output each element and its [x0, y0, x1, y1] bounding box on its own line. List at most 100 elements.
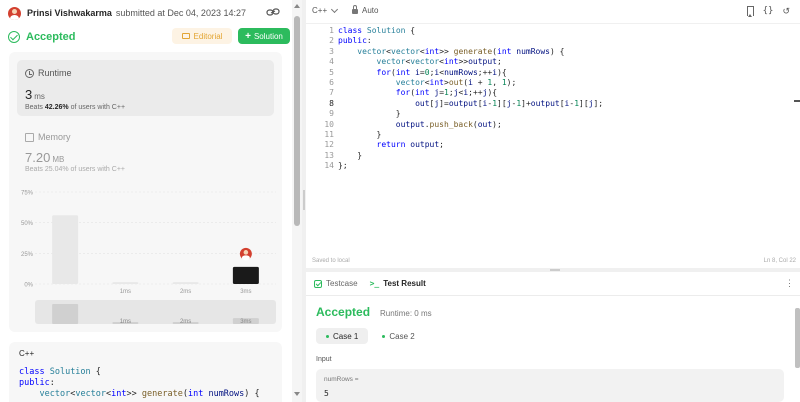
tab-testcase-label: Testcase: [326, 279, 358, 288]
user-marker-body: [241, 255, 250, 261]
line-number: 3: [329, 46, 334, 56]
case-1-tab[interactable]: Case 1: [316, 328, 369, 344]
test-panel-scroll-thumb[interactable]: [795, 308, 800, 368]
line-number: 10: [324, 119, 334, 129]
input-var-value: 5: [324, 389, 329, 398]
y-tick-label: 25%: [21, 252, 34, 258]
lock-icon: [352, 5, 358, 14]
overview-tick-label: 3ms: [240, 319, 251, 325]
scroll-up-arrow-icon[interactable]: [294, 4, 300, 8]
clock-icon: [25, 68, 34, 78]
tab-testcase[interactable]: Testcase: [314, 279, 358, 288]
runtime-beats-suffix: of users with C++: [70, 104, 126, 111]
line-number: 4: [329, 57, 334, 67]
editorial-label: Editorial: [193, 31, 223, 41]
case-1-label: Case 1: [333, 331, 359, 341]
line-number: 1: [329, 26, 334, 35]
input-box: numRows = 5: [316, 369, 784, 402]
code-line: for(int i=0;i<numRows;++i){: [376, 67, 507, 77]
input-var-name: numRows =: [324, 376, 359, 383]
result-summary: Accepted Runtime: 0 ms: [316, 305, 432, 319]
chart-bar[interactable]: [232, 266, 259, 284]
splitter-grip-icon[interactable]: [550, 269, 560, 271]
y-tick-label: 75%: [21, 191, 34, 197]
y-tick-label: 50%: [21, 221, 34, 227]
memory-label[interactable]: Memory: [25, 132, 71, 142]
auto-mode-toggle[interactable]: Auto: [352, 5, 378, 15]
test-tabs: Testcase >_ Test Result ⋮: [306, 272, 800, 296]
code-line: class Solution {: [338, 26, 416, 35]
code-line: }: [338, 130, 382, 140]
x-tick-label: 1ms: [120, 289, 131, 295]
overview-tick-label: 1ms: [120, 319, 131, 325]
submitted-time: submitted at Dec 04, 2023 14:27: [115, 8, 246, 18]
runtime-box[interactable]: Runtime 3 ms Beats 42.26% of users with C…: [17, 60, 274, 116]
chart-bar[interactable]: [52, 215, 79, 284]
editor-actions: {} ↺: [746, 6, 790, 17]
case-2-tab[interactable]: Case 2: [372, 328, 424, 344]
chart-bar[interactable]: [172, 282, 199, 284]
status-title: Accepted: [26, 31, 76, 43]
terminal-icon: >_: [369, 279, 380, 288]
runtime-label-text: Runtime: [38, 68, 72, 78]
share-link-icon[interactable]: [266, 6, 280, 18]
code-line: public:: [338, 36, 372, 46]
user-name[interactable]: Prinsi Vishwakarma: [27, 8, 112, 18]
code-line: vector<vector<int>> generate(int numRows…: [357, 46, 565, 56]
submission-header: Prinsi Vishwakarma submitted at Dec 04, …: [8, 6, 246, 20]
runtime-beats-pct: 42.26%: [44, 104, 69, 111]
scroll-down-arrow-icon[interactable]: [294, 392, 300, 396]
line-number: 2: [329, 36, 334, 46]
format-braces-icon[interactable]: {}: [763, 6, 774, 17]
bookmark-icon[interactable]: [746, 6, 754, 17]
cursor-position: Ln 8, Col 22: [763, 258, 796, 264]
code-line: return output;: [376, 140, 444, 150]
y-tick-label: 0%: [24, 283, 33, 289]
input-label: Input: [316, 356, 332, 363]
avatar[interactable]: [8, 6, 21, 20]
reset-icon[interactable]: ↺: [782, 6, 790, 17]
runtime-distribution-chart[interactable]: 75% 50% 25% 0% 1ms 2ms 3ms 1ms 2ms 3ms: [9, 182, 282, 332]
submission-panel: Prinsi Vishwakarma submitted at Dec 04, …: [0, 0, 292, 402]
line-number: 7: [329, 88, 334, 98]
overview-tick-label: 2ms: [180, 319, 191, 325]
editor-scroll-marker[interactable]: [794, 100, 800, 102]
line-number: 11: [324, 130, 334, 140]
code-line: }: [338, 109, 401, 119]
more-options-icon[interactable]: ⋮: [785, 278, 794, 289]
line-number: 9: [329, 109, 334, 119]
code-preview-lang: C++: [19, 349, 35, 358]
runtime-beats-prefix: Beats: [25, 104, 43, 111]
code-lines[interactable]: class Solution {public: vector<vector<in…: [338, 26, 603, 172]
left-scrollbar[interactable]: [292, 0, 302, 402]
left-scroll-thumb[interactable]: [294, 16, 300, 226]
line-number-gutter: 1 2 3 4 5 6 7 8 9 10 11 12 13 14: [306, 26, 334, 172]
runtime-beats: Beats 42.26% of users with C++: [25, 104, 125, 111]
language-select[interactable]: C++: [312, 5, 339, 15]
runtime-label: Runtime: [25, 68, 72, 78]
runtime-unit: ms: [34, 92, 45, 101]
splitter-grip-icon[interactable]: [303, 190, 305, 210]
solution-label: Solution: [253, 31, 283, 41]
code-preview-line: vector<vector<int>> generate(int numRows…: [39, 389, 260, 399]
code-editor-panel: C++ Auto {} ↺ 1 2 3 4 5 6 7 8 9 10 11 12 13 14 class …: [306, 0, 800, 268]
pass-dot-icon: [382, 334, 386, 338]
memory-unit: MB: [52, 155, 65, 164]
runtime-number: 3: [25, 87, 33, 102]
line-number: 12: [324, 140, 334, 150]
memory-value: 7.20 MB: [25, 150, 64, 165]
editorial-button[interactable]: Editorial: [172, 28, 232, 44]
solution-button[interactable]: + Solution: [238, 28, 290, 44]
x-tick-label: 2ms: [180, 289, 191, 295]
test-panel: Testcase >_ Test Result ⋮ Accepted Runti…: [306, 272, 800, 402]
tab-test-result-label: Test Result: [383, 279, 426, 288]
code-area[interactable]: 1 2 3 4 5 6 7 8 9 10 11 12 13 14 class Solution {publ…: [306, 26, 800, 256]
editor-toolbar: C++ Auto {} ↺: [306, 0, 800, 24]
check-circle-icon: [8, 31, 20, 43]
language-select-value: C++: [312, 6, 328, 15]
tab-test-result[interactable]: >_ Test Result: [370, 279, 426, 288]
x-tick-label: 3ms: [240, 289, 251, 295]
status-row: Accepted Editorial + Solution: [8, 28, 290, 45]
chevron-down-icon: [331, 5, 339, 13]
chart-bar[interactable]: [112, 282, 139, 284]
